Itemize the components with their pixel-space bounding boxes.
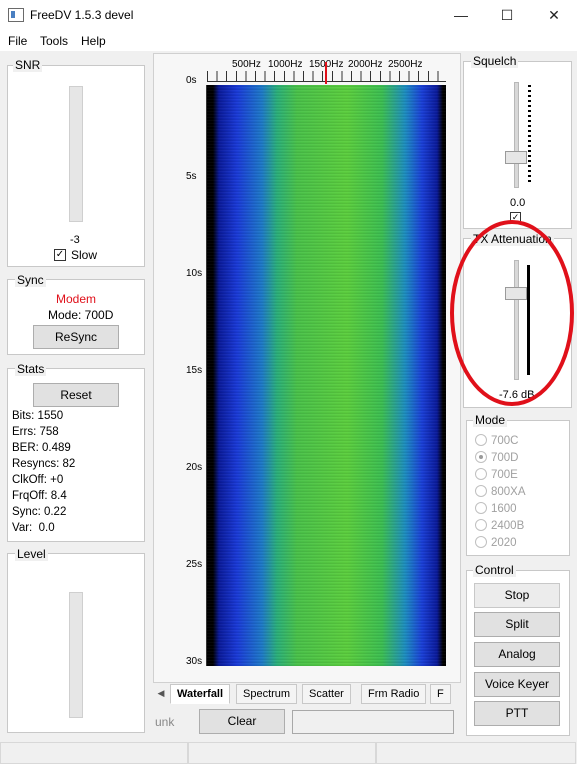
analog-button[interactable]: Analog: [474, 642, 560, 667]
annotation-circle: [450, 220, 574, 406]
mode-title: Mode: [473, 413, 508, 427]
tab-scatter[interactable]: Scatter: [302, 684, 351, 704]
slow-checkbox[interactable]: ✓: [54, 249, 66, 261]
voice-keyer-button[interactable]: Voice Keyer: [474, 672, 560, 697]
squelch-title: Squelch: [471, 54, 519, 68]
unk-label: unk: [155, 715, 175, 729]
mode-option-2400b[interactable]: 2400B: [475, 519, 524, 532]
tab-waterfall[interactable]: Waterfall: [170, 684, 231, 704]
mode-text: Mode: 700D: [48, 308, 114, 322]
window-title: FreeDV 1.5.3 devel: [30, 8, 134, 22]
time-label-5s: 5s: [186, 171, 197, 182]
snr-value: -3: [70, 234, 80, 246]
radio-icon: [475, 468, 487, 480]
center-frequency-marker[interactable]: [325, 62, 327, 84]
time-label-15s: 15s: [186, 365, 203, 376]
squelch-slider-thumb[interactable]: [505, 151, 527, 164]
time-label-25s: 25s: [186, 559, 203, 570]
stat-frqoff: FrqOff: 8.4: [12, 490, 67, 502]
resync-button[interactable]: ReSync: [33, 325, 119, 349]
squelch-slider-track[interactable]: [514, 82, 519, 188]
snr-gauge: [69, 86, 83, 222]
freq-label-2000: 2000Hz: [348, 59, 383, 70]
close-button[interactable]: ✕: [531, 0, 577, 31]
tab-spectrum[interactable]: Spectrum: [236, 684, 298, 704]
stat-var: Var: 0.0: [12, 522, 55, 534]
text-field[interactable]: [292, 710, 454, 734]
radio-icon: [475, 502, 487, 514]
ptt-button[interactable]: PTT: [474, 701, 560, 726]
radio-selected-icon: [475, 451, 487, 463]
radio-icon: [475, 519, 487, 531]
mode-option-2020[interactable]: 2020: [475, 536, 517, 549]
slow-label: Slow: [71, 248, 98, 262]
waterfall-display[interactable]: [207, 85, 446, 666]
stat-clkoff: ClkOff: +0: [12, 474, 64, 486]
clear-button[interactable]: Clear: [199, 709, 285, 734]
time-label-10s: 10s: [186, 268, 203, 279]
tab-scroll-left-icon[interactable]: ◀: [156, 685, 166, 701]
split-button[interactable]: Split: [474, 612, 560, 637]
squelch-value: 0.0: [510, 197, 526, 209]
menu-file[interactable]: File: [8, 34, 27, 48]
waterfall-axis: [206, 85, 207, 666]
tab-frm-radio[interactable]: Frm Radio: [361, 684, 427, 704]
menu-help[interactable]: Help: [81, 34, 106, 48]
status-bar-section-1: [0, 742, 188, 764]
radio-icon: [475, 485, 487, 497]
mode-option-700c[interactable]: 700C: [475, 434, 519, 447]
control-title: Control: [473, 563, 516, 577]
status-bar-section-3: [376, 742, 576, 764]
time-label-0s: 0s: [186, 75, 197, 86]
mode-option-800xa[interactable]: 800XA: [475, 485, 526, 498]
menu-tools[interactable]: Tools: [40, 34, 68, 48]
mode-option-700e[interactable]: 700E: [475, 468, 518, 481]
tab-more[interactable]: F: [430, 684, 451, 704]
freq-label-2500: 2500Hz: [388, 59, 423, 70]
stats-title: Stats: [15, 362, 47, 376]
stat-sync: Sync: 0.22: [12, 506, 67, 518]
reset-button[interactable]: Reset: [33, 383, 119, 407]
time-label-30s: 30s: [186, 656, 203, 667]
squelch-level-meter: [528, 84, 531, 182]
level-title: Level: [15, 547, 48, 561]
radio-icon: [475, 434, 487, 446]
maximize-button[interactable]: ☐: [484, 0, 530, 31]
mode-option-700d[interactable]: 700D: [475, 451, 519, 464]
sync-title: Sync: [15, 273, 46, 287]
status-bar-section-2: [188, 742, 376, 764]
radio-icon: [475, 536, 487, 548]
modem-status: Modem: [56, 292, 97, 306]
level-gauge: [69, 592, 83, 718]
mode-option-1600[interactable]: 1600: [475, 502, 517, 515]
stat-resyncs: Resyncs: 82: [12, 458, 76, 470]
freq-label-1000: 1000Hz: [268, 59, 303, 70]
stat-bits: Bits: 1550: [12, 410, 64, 422]
stat-errs: Errs: 758: [12, 426, 59, 438]
app-icon: [8, 8, 24, 22]
stop-button[interactable]: Stop: [474, 583, 560, 608]
stat-ber: BER: 0.489: [12, 442, 71, 454]
snr-title: SNR: [13, 58, 43, 72]
time-label-20s: 20s: [186, 462, 203, 473]
minimize-button[interactable]: —: [438, 0, 484, 31]
freq-label-500: 500Hz: [232, 59, 261, 70]
